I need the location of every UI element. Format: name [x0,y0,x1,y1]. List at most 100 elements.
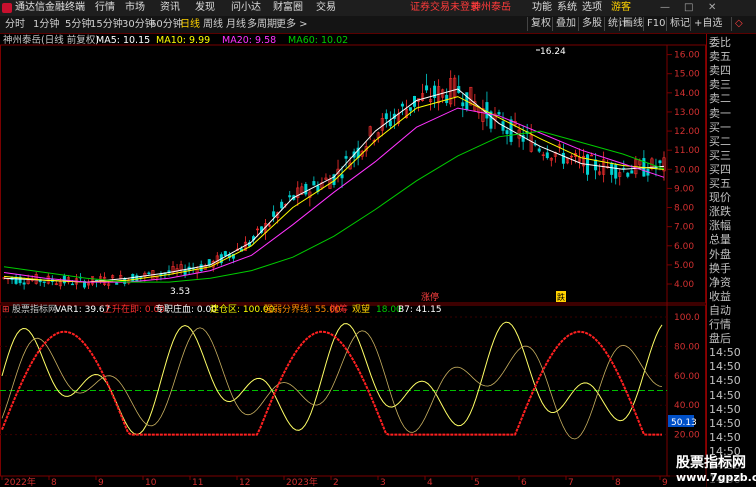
quote-panel-item[interactable]: 盘后 [709,332,731,346]
indicator-expand-icon[interactable]: ⊞ [2,304,10,316]
price-axis: 16.00 15.00 14.00 13.00 12.00 11.00 10.00 9.00 8… [674,51,700,290]
date-tick-label: 10 [145,478,157,487]
app-logo-icon [2,3,12,13]
multi-stock-button[interactable]: 多股 [578,17,605,31]
date-tick-label: 6 [521,478,527,487]
app-title: 通达信金融终端 [15,2,85,13]
quote-panel-item[interactable]: 自动 [709,304,731,318]
candle-body [626,172,630,177]
date-tick-label: 4 [427,478,433,487]
quote-panel-item: 买二 [709,134,731,148]
date-tick-label: 2022年 [4,476,36,487]
quote-panel-item: 涨跌 [709,205,731,219]
candle-body [312,181,316,186]
price-tick-label: 6.00 [674,242,694,252]
candle-body [497,112,501,115]
menu-function[interactable]: 功能 [532,1,552,15]
guest-label[interactable]: 游客 [611,1,631,15]
tab-60min[interactable]: 60分钟 [150,18,183,31]
quote-panel-item: 涨幅 [709,219,731,233]
quote-panel-item: 买三 [709,148,731,162]
f10-button[interactable]: F10 [643,17,668,31]
minimize-icon[interactable]: — [660,1,670,15]
sell-label: 抛筹 [330,305,349,315]
menu-system[interactable]: 系统 [557,1,577,15]
candle-body [408,107,412,111]
quote-panel-item: 卖五 [709,50,731,64]
tab-15min[interactable]: 15分钟 [90,18,123,31]
quote-panel-item: 14:50 [709,360,741,374]
tab-monthly[interactable]: 月线 [226,18,246,31]
candle-body [22,282,26,285]
price-tick-label: 5.00 [674,261,694,271]
price-tick-label: 10.00 [674,165,700,175]
candle-body [207,259,211,266]
indicator-lines [1,321,663,440]
mark-button[interactable]: 标记 [666,17,693,31]
menu-item-hangqing[interactable]: 行情 [95,1,115,15]
high-annotation: 16.24 [540,47,566,57]
menu-item-wenxiaoda[interactable]: 问小达 [231,1,261,15]
candle-body [280,201,284,209]
draw-line-button[interactable]: 画线 [619,17,646,31]
quote-panel-item[interactable]: 行情 [709,318,731,332]
tab-fenshi[interactable]: 分时 [5,18,25,31]
fuquan-button[interactable]: 复权 [527,17,554,31]
tab-daily[interactable]: 日线 [180,18,200,31]
date-tick-label: 3 [380,478,386,487]
tab-multiperiod[interactable]: 多周期 [247,18,277,31]
overlay-button[interactable]: 叠加 [552,17,579,31]
candle-body [288,195,292,198]
menu-item-jiaoyi[interactable]: 交易 [316,1,336,15]
candle-body [223,251,227,256]
candle-body [70,283,74,286]
price-tick-label: 15.00 [674,70,700,80]
candle-body [115,282,119,285]
indicator-tick-label: 20.00 [674,431,700,441]
candle-body [123,278,127,284]
tab-1min[interactable]: 1分钟 [33,18,59,31]
quote-panel-item: 14:50 [709,416,741,430]
ma-line-ma60 [3,130,665,283]
add-watchlist-button[interactable]: +自选 [690,17,725,31]
login-notice[interactable]: 证券交易未登录 [410,1,480,15]
quote-panel-item: 卖三 [709,78,731,92]
indicator-tick-label: 40.00 [674,401,700,411]
quote-panel-item: 现价 [709,191,731,205]
candle-body [272,211,276,217]
menu-item-shichang[interactable]: 市场 [125,1,145,15]
event-die: 跌 [557,292,565,302]
diamond-icon[interactable]: ◇ [731,17,746,31]
candle-body [425,85,429,91]
candle-body [199,264,203,272]
candle-body [461,102,465,107]
menu-options[interactable]: 选项 [582,1,602,15]
candle-body [485,102,489,119]
menu-item-zixun[interactable]: 资讯 [160,1,180,15]
price-tick-label: 13.00 [674,108,700,118]
indicator-tick-label: 80.00 [674,342,700,352]
quote-panel: 委比 卖五 卖四 卖三 卖二 卖一 买一 买二 买三 买四 买五 现价 涨跌 涨幅 总量 外盘 换手 净资 收益 自动… [706,34,756,487]
candle-body [545,152,549,159]
tab-5min[interactable]: 5分钟 [65,18,91,31]
ma-line-ma10 [3,96,665,283]
menu-item-caifuquan[interactable]: 财富圈 [273,1,303,15]
date-tick-label: 7 [568,478,574,487]
chart-canvas[interactable]: 16.00 15.00 14.00 13.00 12.00 11.00 10.00 9.00 8… [0,34,706,487]
watch-label: 观望 [352,305,371,315]
candle-body [561,152,565,164]
quote-panel-item: 14:50 [709,346,741,360]
quote-panel-item: 买四 [709,162,731,176]
menu-item-faxian[interactable]: 发现 [195,1,215,15]
indicator-name[interactable]: 股票指标网 [12,304,57,316]
tab-weekly[interactable]: 周线 [203,18,223,31]
close-icon[interactable]: ✕ [708,1,716,15]
ma-line-ma20 [3,107,665,283]
watermark-title: 股票指标网 [676,455,746,471]
tab-more[interactable]: 更多 > [276,18,308,31]
quote-panel-item: 总量 [709,233,731,247]
maximize-icon[interactable]: □ [684,1,693,15]
date-tick-label: 8 [51,478,57,487]
date-tick-label: 12 [239,478,250,487]
low-annotation: 3.53 [170,287,190,297]
